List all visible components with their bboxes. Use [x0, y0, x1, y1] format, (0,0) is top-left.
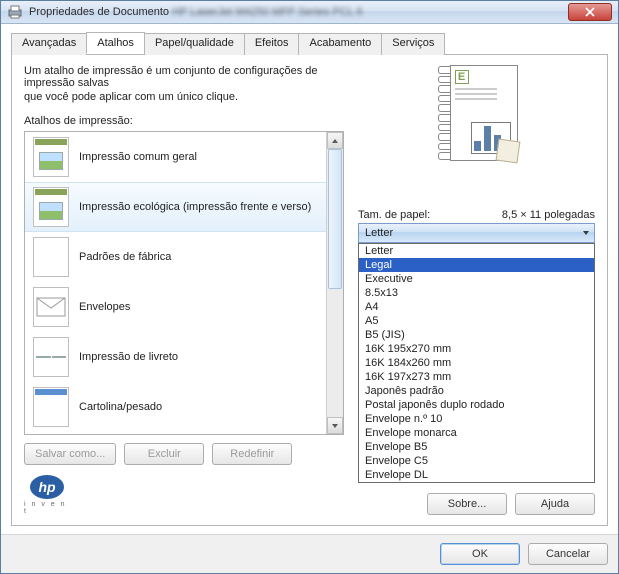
- paper-size-option[interactable]: A5: [359, 314, 594, 328]
- paper-size-option[interactable]: Envelope monarca: [359, 426, 594, 440]
- titlebar[interactable]: Propriedades de Documento HP LaserJet M4…: [1, 1, 618, 24]
- paper-size-option[interactable]: Postal japonês duplo rodado: [359, 398, 594, 412]
- paper-size-option[interactable]: Executive: [359, 272, 594, 286]
- paper-size-label: Tam. de papel:: [358, 209, 430, 221]
- list-item[interactable]: Envelopes: [25, 282, 326, 332]
- description-line1: Um atalho de impressão é um conjunto de …: [24, 65, 344, 89]
- scroll-track[interactable]: [327, 149, 343, 417]
- tab-servicos[interactable]: Serviços: [381, 33, 445, 55]
- paper-size-option[interactable]: B5 (JIS): [359, 328, 594, 342]
- page-blank-icon: [33, 237, 69, 277]
- scroll-thumb[interactable]: [328, 149, 342, 289]
- close-button[interactable]: [568, 3, 612, 21]
- paper-size-option[interactable]: Envelope n.º 10: [359, 412, 594, 426]
- e-mark-icon: E: [455, 70, 469, 84]
- paper-size-option[interactable]: 16K 197x273 mm: [359, 370, 594, 384]
- hp-logo-disc: hp: [30, 475, 64, 499]
- window-title-device: HP LaserJet M4250 MFP Series PCL 6: [172, 6, 363, 18]
- paper-size-option[interactable]: Envelope C5: [359, 454, 594, 468]
- page-e-icon: [33, 137, 69, 177]
- paper-size-option[interactable]: Envelope B5: [359, 440, 594, 454]
- envelope-icon: [33, 287, 69, 327]
- paper-size-combobox[interactable]: Letter LetterLegalExecutive8.5x13A4A5B5 …: [358, 223, 595, 243]
- window-title: Propriedades de Documento HP LaserJet M4…: [29, 6, 568, 18]
- paper-size-option[interactable]: 16K 184x260 mm: [359, 356, 594, 370]
- right-column: E Tam. de papel: 8,5 × 11 polegadas Lett…: [358, 65, 595, 465]
- tab-papel-qualidade[interactable]: Papel/qualidade: [144, 33, 245, 55]
- tab-efeitos[interactable]: Efeitos: [244, 33, 300, 55]
- tab-avancadas[interactable]: Avançadas: [11, 33, 87, 55]
- paper-size-option[interactable]: Legal: [359, 258, 594, 272]
- scroll-down-button[interactable]: [327, 417, 343, 434]
- paper-size-option[interactable]: Letter: [359, 244, 594, 258]
- list-item[interactable]: Padrões de fábrica: [25, 232, 326, 282]
- page-e-icon: [33, 187, 69, 227]
- description-line2: que você pode aplicar com um único cliqu…: [24, 91, 344, 103]
- shortcuts-listbox[interactable]: Impressão comum geral Impressão ecológic…: [24, 131, 344, 435]
- panel-buttons-row: Sobre... Ajuda: [427, 493, 595, 515]
- list-item-label: Impressão de livreto: [79, 351, 178, 363]
- page-curl-icon: [495, 139, 520, 164]
- help-button[interactable]: Ajuda: [515, 493, 595, 515]
- page-preview-sheet: E: [450, 65, 518, 161]
- shortcuts-list-inner: Impressão comum geral Impressão ecológic…: [25, 132, 326, 434]
- paper-size-option[interactable]: A4: [359, 300, 594, 314]
- list-item[interactable]: Impressão ecológica (impressão frente e …: [25, 182, 326, 232]
- hp-logo: hp i n v e n t: [24, 475, 70, 515]
- shortcuts-label: Atalhos de impressão:: [24, 115, 344, 127]
- chevron-down-icon[interactable]: [578, 224, 594, 242]
- delete-button[interactable]: Excluir: [124, 443, 204, 465]
- reset-button[interactable]: Redefinir: [212, 443, 292, 465]
- list-item-label: Envelopes: [79, 301, 130, 313]
- paper-size-option[interactable]: 8.5x13: [359, 286, 594, 300]
- paper-size-option[interactable]: 16K 195x270 mm: [359, 342, 594, 356]
- list-item[interactable]: Impressão de livreto: [25, 332, 326, 382]
- save-as-button[interactable]: Salvar como...: [24, 443, 116, 465]
- paper-size-dims: 8,5 × 11 polegadas: [502, 209, 595, 221]
- printer-icon: [7, 4, 23, 20]
- list-item-label: Cartolina/pesado: [79, 401, 162, 413]
- list-item-label: Impressão comum geral: [79, 151, 197, 163]
- list-item-label: Padrões de fábrica: [79, 251, 171, 263]
- ok-button[interactable]: OK: [440, 543, 520, 565]
- spiral-binding-icon: [436, 65, 450, 161]
- list-item-label: Impressão ecológica (impressão frente e …: [79, 201, 311, 213]
- tab-panel: Um atalho de impressão é um conjunto de …: [11, 55, 608, 526]
- dialog-window: Propriedades de Documento HP LaserJet M4…: [0, 0, 619, 574]
- booklet-icon: [33, 337, 69, 377]
- paper-size-option[interactable]: Japonês padrão: [359, 384, 594, 398]
- paper-size-dropdown[interactable]: LetterLegalExecutive8.5x13A4A5B5 (JIS)16…: [358, 243, 595, 483]
- tab-atalhos[interactable]: Atalhos: [86, 32, 145, 54]
- left-column: Um atalho de impressão é um conjunto de …: [24, 65, 344, 465]
- page-c-icon: [33, 387, 69, 427]
- tab-acabamento[interactable]: Acabamento: [298, 33, 382, 55]
- shortcut-buttons-row: Salvar como... Excluir Redefinir: [24, 443, 344, 465]
- scroll-up-button[interactable]: [327, 132, 343, 149]
- about-button[interactable]: Sobre...: [427, 493, 507, 515]
- list-item[interactable]: Impressão comum geral: [25, 132, 326, 182]
- hp-logo-sub: i n v e n t: [24, 501, 70, 515]
- scrollbar[interactable]: [326, 132, 343, 434]
- window-title-text: Propriedades de Documento: [29, 6, 169, 18]
- list-item[interactable]: Cartolina/pesado: [25, 382, 326, 432]
- cancel-button[interactable]: Cancelar: [528, 543, 608, 565]
- paper-size-option[interactable]: Envelope DL: [359, 468, 594, 482]
- client-area: Avançadas Atalhos Papel/qualidade Efeito…: [1, 24, 618, 534]
- paper-size-selected: Letter: [365, 227, 393, 239]
- page-preview: E: [436, 65, 518, 161]
- tab-strip: Avançadas Atalhos Papel/qualidade Efeito…: [11, 32, 608, 55]
- dialog-buttons: OK Cancelar: [1, 534, 618, 573]
